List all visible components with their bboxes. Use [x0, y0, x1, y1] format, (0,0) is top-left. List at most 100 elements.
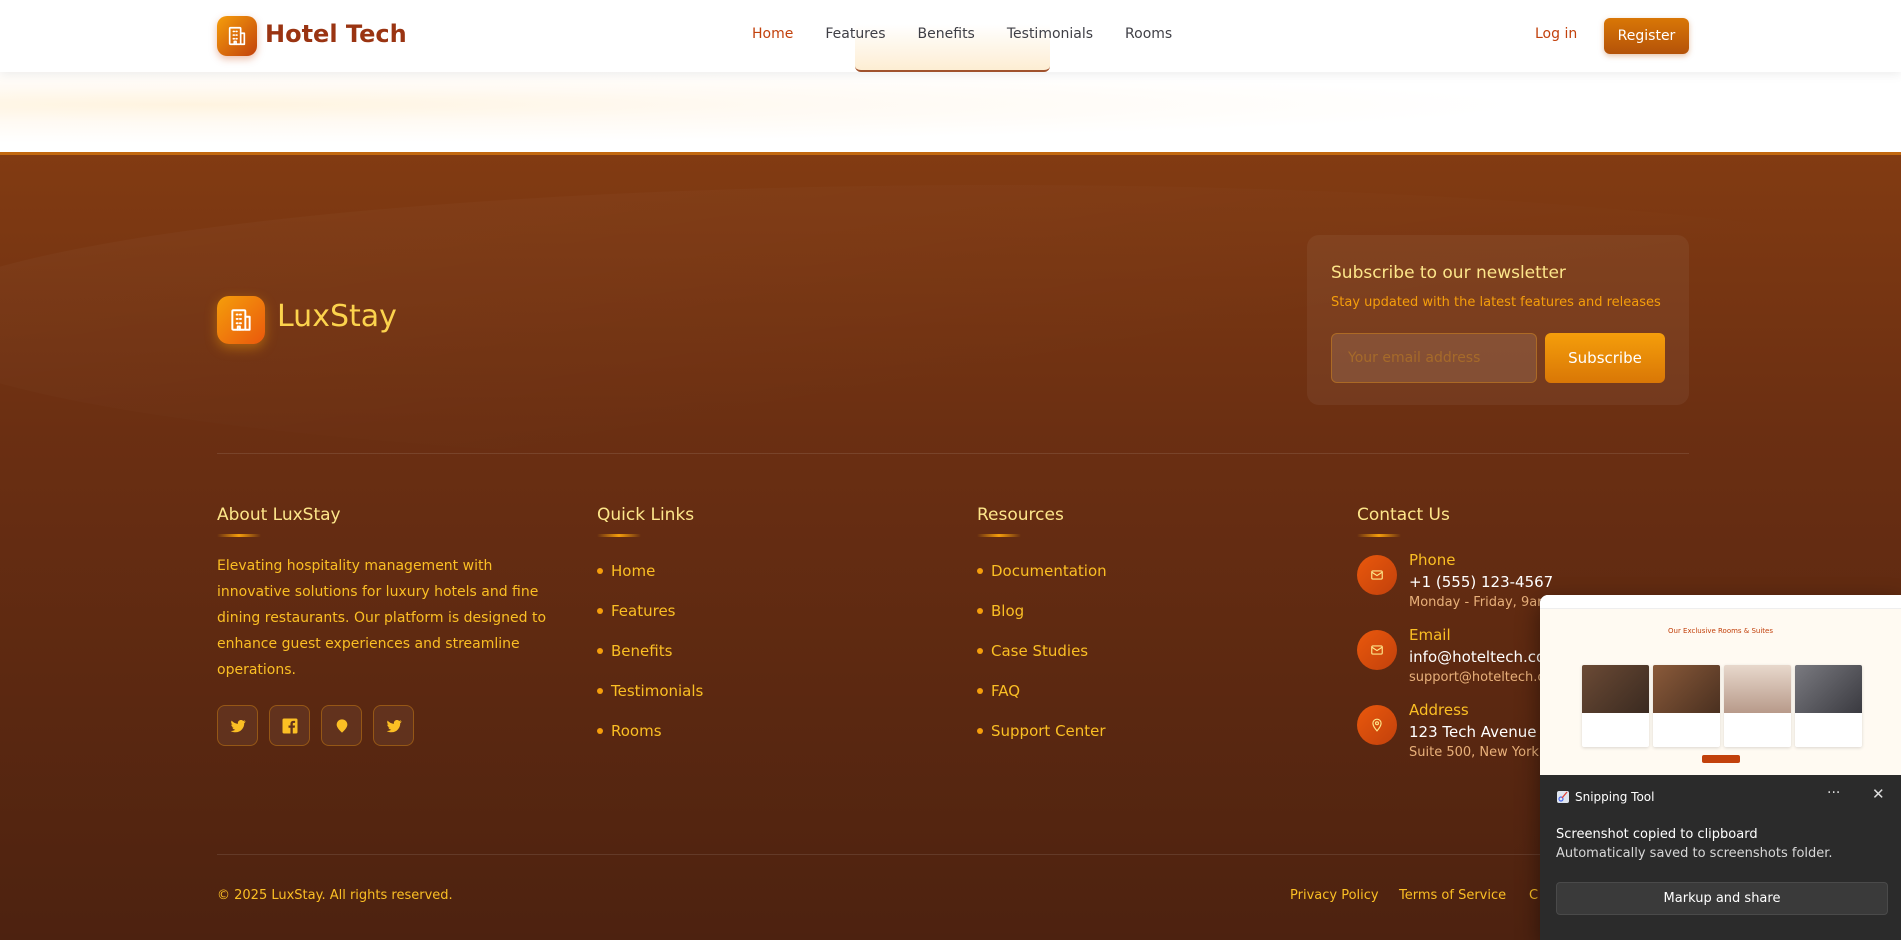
nav-link-features[interactable]: Features [825, 26, 885, 42]
footer-link-rooms[interactable]: Rooms [597, 711, 703, 751]
contact-address: Address 123 Tech Avenue Suite 500, New Y… [1357, 701, 1553, 760]
footer-link-support-center[interactable]: Support Center [977, 711, 1107, 751]
mail-icon [1357, 555, 1397, 595]
snipping-tool-icon [1556, 789, 1570, 803]
top-nav: Hotel Tech Home Features Benefits Testim… [0, 0, 1901, 72]
contact-column: Contact Us Phone +1 (555) 123-4567 Monda… [1357, 505, 1553, 760]
contact-value: 123 Tech Avenue [1409, 723, 1537, 741]
bullet-dot [597, 728, 603, 734]
preview-card [1653, 665, 1720, 747]
about-title: About LuxStay [217, 505, 341, 525]
footer-link-blog[interactable]: Blog [977, 591, 1107, 631]
brand-name[interactable]: Hotel Tech [265, 20, 407, 48]
contact-label: Address [1409, 701, 1469, 719]
contact-label: Email [1409, 626, 1451, 644]
title-underline [217, 534, 261, 537]
link-label: Support Center [991, 722, 1106, 740]
footer-link-features[interactable]: Features [597, 591, 703, 631]
contact-detail[interactable]: support@hoteltech.c [1409, 670, 1545, 685]
mail-icon [1357, 630, 1397, 670]
title-underline [1357, 534, 1401, 537]
more-options-icon[interactable]: ··· [1827, 785, 1840, 801]
register-button[interactable]: Register [1604, 18, 1689, 54]
footer-link-documentation[interactable]: Documentation [977, 551, 1107, 591]
close-icon[interactable]: ✕ [1872, 785, 1885, 803]
link-label: Home [611, 562, 656, 580]
preview-button [1702, 755, 1740, 763]
contact-detail: Suite 500, New York, [1409, 745, 1544, 760]
footer-link-home[interactable]: Home [597, 551, 703, 591]
newsletter-email-input[interactable] [1331, 333, 1537, 383]
contact-label: Phone [1409, 551, 1456, 569]
preview-title: Our Exclusive Rooms & Suites [1668, 627, 1773, 635]
footer-link-benefits[interactable]: Benefits [597, 631, 703, 671]
privacy-policy-link[interactable]: Privacy Policy [1290, 888, 1379, 903]
quick-links-title: Quick Links [597, 505, 695, 525]
twitter-icon[interactable] [217, 705, 258, 746]
newsletter-subtitle: Stay updated with the latest features an… [1331, 295, 1661, 310]
footer-link-faq[interactable]: FAQ [977, 671, 1107, 711]
location-pin-icon[interactable] [321, 705, 362, 746]
preview-card [1582, 665, 1649, 747]
contact-title: Contact Us [1357, 505, 1450, 525]
snipping-tool-notification[interactable]: Our Exclusive Rooms & Suites Snipping To… [1540, 595, 1901, 940]
login-link[interactable]: Log in [1535, 26, 1577, 42]
bullet-dot [597, 648, 603, 654]
link-label: Blog [991, 602, 1025, 620]
nav-link-benefits[interactable]: Benefits [918, 26, 975, 42]
nav-link-home[interactable]: Home [752, 26, 793, 42]
twitter-icon[interactable] [373, 705, 414, 746]
footer-brand-name: LuxStay [277, 299, 397, 334]
footer-divider [217, 453, 1689, 454]
preview-nav [1540, 595, 1901, 609]
newsletter-title: Subscribe to our newsletter [1331, 263, 1566, 283]
bullet-dot [597, 608, 603, 614]
bullet-dot [977, 648, 983, 654]
terms-of-service-link[interactable]: Terms of Service [1399, 888, 1506, 903]
preview-card [1795, 665, 1862, 747]
bullet-dot [597, 568, 603, 574]
nav-link-rooms[interactable]: Rooms [1125, 26, 1172, 42]
cookie-policy-link[interactable]: C [1529, 888, 1538, 903]
newsletter-box: Subscribe to our newsletter Stay updated… [1307, 235, 1689, 405]
copyright-text: © 2025 LuxStay. All rights reserved. [217, 888, 453, 903]
contact-phone: Phone +1 (555) 123-4567 Monday - Friday,… [1357, 551, 1553, 610]
resources-title: Resources [977, 505, 1064, 525]
social-links [217, 705, 552, 746]
facebook-icon[interactable] [269, 705, 310, 746]
resources-list: Documentation Blog Case Studies FAQ Supp… [977, 551, 1107, 751]
about-text: Elevating hospitality management with in… [217, 558, 547, 678]
link-label: Testimonials [611, 682, 704, 700]
contact-value[interactable]: info@hoteltech.co [1409, 648, 1545, 666]
bullet-dot [977, 608, 983, 614]
nav-links: Home Features Benefits Testimonials Room… [752, 26, 1204, 42]
subscribe-button[interactable]: Subscribe [1545, 333, 1665, 383]
contact-email: Email info@hoteltech.co support@hoteltec… [1357, 626, 1553, 685]
screenshot-preview[interactable]: Our Exclusive Rooms & Suites [1540, 595, 1901, 775]
footer-link-case-studies[interactable]: Case Studies [977, 631, 1107, 671]
link-label: Documentation [991, 562, 1107, 580]
luxstay-logo-icon [217, 296, 265, 344]
toast-app-name: Snipping Tool [1575, 790, 1655, 804]
location-pin-icon [1357, 705, 1397, 745]
link-label: Case Studies [991, 642, 1089, 660]
bullet-dot [597, 688, 603, 694]
link-label: Rooms [611, 722, 662, 740]
footer-bottom-divider [217, 854, 1689, 855]
toast-message: Screenshot copied to clipboard [1556, 827, 1758, 842]
title-underline [597, 534, 641, 537]
resources-column: Resources Documentation Blog Case Studie… [977, 505, 1107, 751]
markup-and-share-button[interactable]: Markup and share [1556, 882, 1888, 915]
link-label: Features [611, 602, 676, 620]
about-column: About LuxStay Elevating hospitality mana… [217, 505, 552, 746]
preview-card [1724, 665, 1791, 747]
quick-links-column: Quick Links Home Features Benefits Testi… [597, 505, 703, 751]
link-label: FAQ [991, 682, 1021, 700]
nav-link-testimonials[interactable]: Testimonials [1007, 26, 1093, 42]
bullet-dot [977, 688, 983, 694]
hotel-logo-icon[interactable] [217, 16, 257, 56]
footer-link-testimonials[interactable]: Testimonials [597, 671, 703, 711]
contact-value[interactable]: +1 (555) 123-4567 [1409, 573, 1553, 591]
bullet-dot [977, 568, 983, 574]
bullet-dot [977, 728, 983, 734]
